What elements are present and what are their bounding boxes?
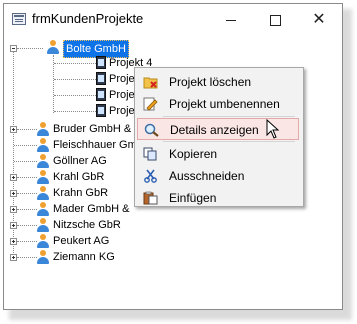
- tree-line: [17, 209, 37, 210]
- collapse-toggle[interactable]: [10, 45, 17, 52]
- customer-person-icon: [36, 137, 50, 153]
- copy-icon: [143, 147, 157, 161]
- cut-icon: [144, 169, 157, 183]
- project-icon: [96, 104, 106, 117]
- minimize-button[interactable]: [209, 4, 253, 34]
- customer-label: Krahl GbR: [53, 171, 105, 183]
- customer-person-icon: [36, 249, 50, 265]
- tree-line: [17, 129, 37, 130]
- customer-person-icon: [36, 217, 50, 233]
- expand-toggle[interactable]: [10, 190, 17, 197]
- customer-person-icon: [36, 169, 50, 185]
- expand-toggle[interactable]: [10, 206, 17, 213]
- tree-line: [54, 95, 98, 96]
- mouse-cursor-icon: [266, 119, 280, 139]
- project-icon: [96, 56, 106, 69]
- customer-person-icon: [46, 39, 60, 55]
- customer-person-icon: [36, 121, 50, 137]
- window-title: frmKundenProjekte: [32, 11, 144, 26]
- expand-toggle[interactable]: [10, 254, 17, 261]
- tree-line: [54, 111, 98, 112]
- tree-line: [54, 63, 98, 64]
- customer-person-icon: [36, 185, 50, 201]
- customer-person-icon: [36, 233, 50, 249]
- tree-line: [14, 161, 37, 162]
- customer-label: Bruder GmbH &: [53, 123, 132, 135]
- menu-separator: [163, 116, 295, 117]
- project-icon: [96, 72, 106, 85]
- minimize-icon: [226, 19, 236, 21]
- menu-item-label: Projekt umbenennen: [169, 97, 280, 111]
- details-icon: [144, 123, 159, 137]
- maximize-icon: [269, 14, 281, 26]
- tree-line: [17, 48, 43, 49]
- tree-line: [17, 241, 37, 242]
- menu-item-label: Details anzeigen: [170, 123, 259, 137]
- menu-item-label: Projekt löschen: [169, 75, 252, 89]
- expand-toggle[interactable]: [10, 126, 17, 133]
- menu-item-label: Einfügen: [169, 191, 217, 205]
- tree-line: [17, 177, 37, 178]
- paste-icon: [143, 191, 158, 205]
- folder-delete-icon: [143, 77, 158, 89]
- tree-line: [17, 257, 37, 258]
- customer-label: Mader GmbH &: [53, 203, 130, 215]
- customer-person-icon: [36, 153, 50, 169]
- rename-icon: [143, 97, 158, 111]
- close-button[interactable]: ✕: [297, 4, 341, 34]
- customer-label: Krahn GbR: [53, 187, 109, 199]
- tree-line: [54, 79, 98, 80]
- expand-toggle[interactable]: [10, 222, 17, 229]
- menu-item-delete-project[interactable]: Projekt löschen: [137, 71, 299, 93]
- tree-line: [17, 193, 37, 194]
- tree-line: [14, 145, 37, 146]
- menu-item-label: Ausschneiden: [169, 169, 245, 183]
- close-icon: ✕: [312, 11, 326, 28]
- menu-item-rename-project[interactable]: Projekt umbenennen: [137, 93, 299, 115]
- maximize-button[interactable]: [253, 4, 297, 34]
- menu-item-copy[interactable]: Kopieren: [137, 143, 299, 165]
- menu-separator: [163, 141, 295, 142]
- expand-toggle[interactable]: [10, 174, 17, 181]
- expand-toggle[interactable]: [10, 238, 17, 245]
- project-icon: [96, 88, 106, 101]
- menu-item-cut[interactable]: Ausschneiden: [137, 165, 299, 187]
- customer-label: Fleischhauer Gm: [53, 139, 137, 151]
- app-form-icon: [12, 13, 26, 25]
- customer-person-icon: [36, 201, 50, 217]
- title-bar[interactable]: frmKundenProjekte ✕: [4, 4, 342, 34]
- customer-label: Nitzsche GbR: [53, 219, 121, 231]
- customer-label: Ziemann KG: [53, 251, 115, 263]
- menu-item-paste[interactable]: Einfügen: [137, 187, 299, 209]
- customer-label: Göllner AG: [53, 155, 107, 167]
- tree-line: [17, 225, 37, 226]
- customer-label: Peukert AG: [53, 235, 110, 247]
- menu-item-label: Kopieren: [169, 147, 218, 161]
